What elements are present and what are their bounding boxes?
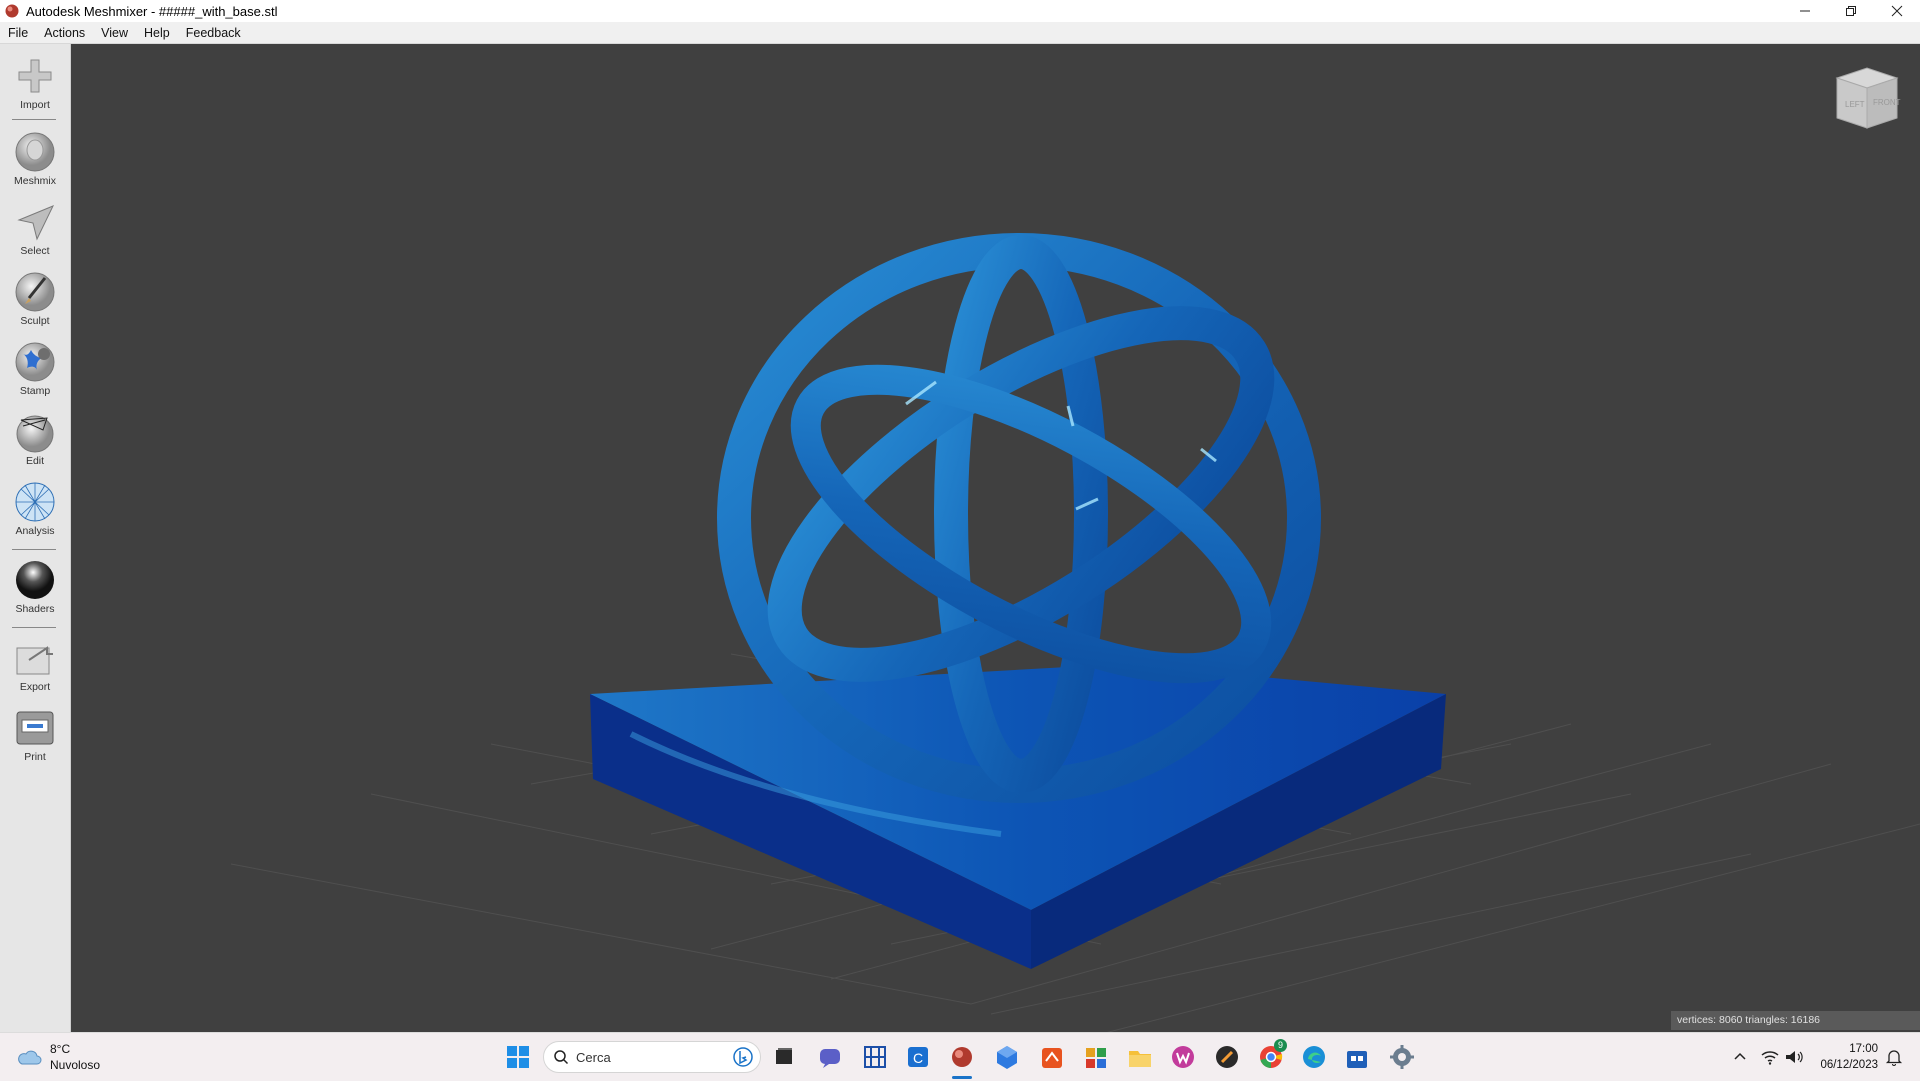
select-label: Select: [20, 245, 50, 257]
clock-time: 17:00: [1849, 1043, 1878, 1055]
shaders-sphere-icon: [16, 561, 54, 599]
task-view-icon[interactable]: [770, 1043, 798, 1071]
taskbar-clock[interactable]: 17:00 06/12/2023: [1808, 1041, 1878, 1073]
volume-icon[interactable]: [1782, 1047, 1806, 1067]
minimize-icon: [1800, 10, 1810, 12]
print-label: Print: [24, 751, 46, 763]
toolbar-divider: [12, 627, 56, 628]
title-bar: Autodesk Meshmixer - #####_with_base.stl: [0, 0, 1920, 22]
export-label: Export: [19, 681, 51, 693]
app-icon-orange[interactable]: [1038, 1043, 1066, 1071]
import-label: Import: [20, 99, 50, 111]
stamp-label: Stamp: [19, 385, 51, 397]
svg-text:C: C: [913, 1050, 923, 1066]
print-tool[interactable]: Print: [0, 706, 70, 763]
menu-actions[interactable]: Actions: [36, 26, 93, 40]
menu-help[interactable]: Help: [136, 26, 178, 40]
export-tool[interactable]: Export: [0, 636, 70, 693]
scene-canvas[interactable]: [71, 44, 1920, 1032]
model-base: [590, 664, 1446, 969]
edge-icon[interactable]: [1300, 1043, 1328, 1071]
meshmixer-app-icon: [5, 4, 19, 18]
search-placeholder: Cerca: [576, 1049, 611, 1065]
menu-file[interactable]: File: [0, 26, 36, 40]
menu-bar: File Actions View Help Feedback: [0, 22, 1920, 44]
sculpt-tool[interactable]: Sculpt: [0, 270, 70, 327]
toolbar-divider: [12, 549, 56, 550]
analysis-label: Analysis: [15, 525, 55, 537]
left-toolbar: Import Meshmix Select Sculpt Stamp Edit …: [0, 44, 71, 1032]
menu-feedback[interactable]: Feedback: [178, 26, 249, 40]
settings-gear-icon[interactable]: [1388, 1043, 1416, 1071]
active-app-indicator: [952, 1076, 972, 1079]
select-tool[interactable]: Select: [0, 200, 70, 257]
shaders-label: Shaders: [15, 603, 55, 615]
analysis-tool[interactable]: Analysis: [0, 480, 70, 537]
printer-icon: [16, 711, 54, 745]
search-icon: [554, 1050, 569, 1065]
windows-start-icon[interactable]: [504, 1043, 532, 1071]
import-plus-icon: [18, 59, 52, 93]
file-explorer-icon[interactable]: [1126, 1043, 1154, 1071]
cloud-icon: [18, 1050, 42, 1065]
teams-chat-icon[interactable]: [816, 1043, 844, 1071]
shaders-tool[interactable]: Shaders: [0, 558, 70, 615]
edit-tool[interactable]: Edit: [0, 410, 70, 467]
weather-condition: Nuvoloso: [50, 1058, 101, 1072]
stamp-icon: [15, 342, 55, 382]
wifi-icon[interactable]: [1758, 1047, 1782, 1067]
chevron-up-icon[interactable]: [1728, 1047, 1752, 1067]
windows-taskbar: 8°C Nuvoloso Cerca C 9 17:00 06/12/2023: [0, 1032, 1920, 1081]
store-icon[interactable]: [1343, 1043, 1371, 1071]
3d-viewport[interactable]: LEFT FRONT vertices: 8060 triangles: 161…: [71, 44, 1920, 1032]
edit-label: Edit: [25, 455, 45, 467]
view-cube[interactable]: LEFT FRONT: [1831, 64, 1901, 134]
close-button[interactable]: [1874, 0, 1920, 22]
app-icon-colorful[interactable]: [1082, 1043, 1110, 1071]
app-icon-blue-grid[interactable]: [861, 1043, 889, 1071]
app-icon-purple-w[interactable]: [1169, 1043, 1197, 1071]
restore-icon: [1846, 6, 1856, 16]
close-icon: [1891, 5, 1903, 17]
menu-view[interactable]: View: [93, 26, 136, 40]
minimize-button[interactable]: [1782, 0, 1828, 22]
export-folder-icon: [16, 646, 53, 675]
analysis-sphere-icon: [15, 482, 55, 522]
window-title: Autodesk Meshmixer - #####_with_base.stl: [26, 3, 278, 19]
bing-icon: [733, 1047, 753, 1067]
notification-bell-icon[interactable]: [1884, 1047, 1904, 1067]
taskbar-search[interactable]: Cerca: [543, 1041, 761, 1073]
edit-sphere-icon: [16, 415, 54, 453]
app-icon-dark-round[interactable]: [1213, 1043, 1241, 1071]
weather-widget[interactable]: 8°C Nuvoloso: [16, 1041, 100, 1073]
meshmixer-taskbar-icon[interactable]: [948, 1043, 976, 1071]
select-arrow-icon: [17, 205, 55, 241]
restore-button[interactable]: [1828, 0, 1874, 22]
meshmix-tool[interactable]: Meshmix: [0, 130, 70, 187]
meshmix-bust-icon: [15, 132, 55, 172]
meshmix-label: Meshmix: [13, 175, 56, 187]
stamp-tool[interactable]: Stamp: [0, 340, 70, 397]
chrome-badge: 9: [1274, 1039, 1287, 1052]
mesh-stats: vertices: 8060 triangles: 16186: [1671, 1011, 1920, 1030]
app-icon-c[interactable]: C: [904, 1043, 932, 1071]
clock-date: 06/12/2023: [1820, 1059, 1878, 1071]
toolbar-divider: [12, 119, 56, 120]
weather-temp: 8°C: [50, 1042, 71, 1056]
sculpt-label: Sculpt: [20, 315, 50, 327]
system-tray: [1720, 1033, 1806, 1081]
viewcube-front-label: FRONT: [1873, 98, 1901, 107]
import-tool[interactable]: Import: [0, 54, 70, 111]
viewcube-left-label: LEFT: [1845, 100, 1865, 109]
app-icon-cube[interactable]: [993, 1043, 1021, 1071]
sculpt-brush-icon: [15, 272, 55, 312]
